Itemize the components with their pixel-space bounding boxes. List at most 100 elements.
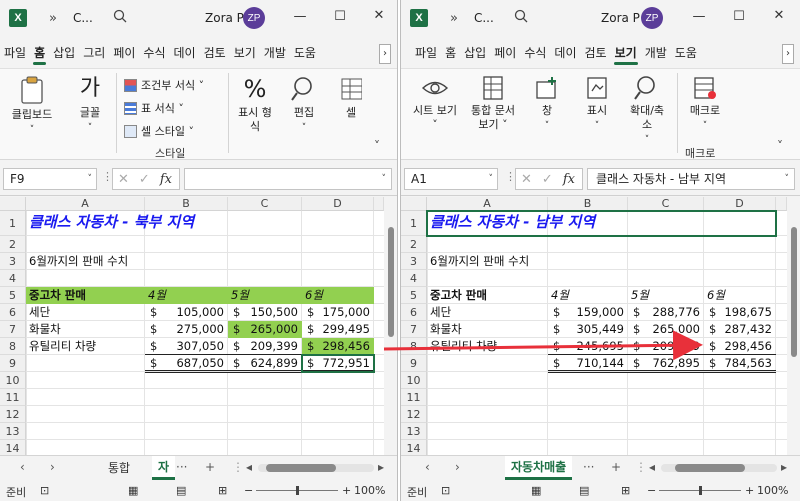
clipboard-button[interactable]: 클립보드 ˅ [8,75,56,137]
row-header[interactable]: 10 [401,372,427,389]
minimize-icon[interactable]: — [689,9,709,24]
total-cell[interactable]: $687,050 [145,355,228,373]
month-header[interactable]: 6월 [302,287,374,304]
tab-help[interactable]: 도움 [671,40,701,66]
subtitle-cell[interactable]: 6월까지의 판매 수치 [29,253,128,270]
add-sheet-button[interactable]: + [205,460,215,474]
row-header[interactable]: 14 [0,440,26,455]
column-header[interactable]: B [145,197,228,211]
user-name[interactable]: Zora P [205,11,244,25]
header-cell[interactable]: 중고차 판매 [26,287,145,304]
zoom-knob[interactable] [699,486,702,495]
tab-draw[interactable]: 그리 [79,40,109,66]
page-layout-icon[interactable]: ▤ [176,484,186,497]
row-header[interactable]: 1 [0,211,26,236]
zoom-level[interactable]: 100% [354,484,385,497]
month-header[interactable]: 5월 [628,287,704,304]
column-header[interactable]: A [26,197,145,211]
page-layout-icon[interactable]: ▤ [579,484,589,497]
subtitle-cell[interactable]: 6월까지의 판매 수치 [430,253,529,270]
more-commands-icon[interactable]: » [49,11,57,26]
total-cell[interactable]: $624,899 [228,355,302,373]
column-header-extra[interactable] [776,197,787,211]
page-break-icon[interactable]: ⊞ [218,484,227,497]
value-cell[interactable]: $209,399 [228,338,302,355]
cancel-icon[interactable]: ✕ [521,172,532,187]
row-header[interactable]: 11 [401,389,427,406]
format-as-table-button[interactable]: 표 서식 ˅ [124,100,184,116]
user-name[interactable]: Zora P [601,11,640,25]
search-icon[interactable] [113,9,127,27]
column-header[interactable]: D [302,197,374,211]
ribbon-collapse-icon[interactable]: ˅ [777,139,783,153]
vertical-scrollbar[interactable] [384,197,397,455]
row-header[interactable]: 7 [401,321,427,338]
row-label[interactable]: 세단 [430,304,451,321]
normal-view-icon[interactable]: ▦ [531,484,541,497]
value-cell[interactable]: $298,456 [302,338,374,355]
value-cell[interactable]: $305,449 [548,321,628,338]
tab-developer[interactable]: 개발 [260,40,290,66]
prev-sheet-icon[interactable]: ‹ [20,460,25,474]
row-header[interactable]: 9 [401,355,427,372]
page-break-icon[interactable]: ⊞ [621,484,630,497]
row-header[interactable]: 3 [0,253,26,270]
row-header[interactable]: 12 [401,406,427,423]
title-cell[interactable]: 클래스 자동차 - 북부 지역 [29,211,377,236]
select-all-corner[interactable] [0,197,26,211]
cancel-icon[interactable]: ✕ [118,172,129,187]
value-cell[interactable]: $307,050 [145,338,228,355]
tab-scroll-right-icon[interactable]: › [782,44,794,64]
tab-help[interactable]: 도움 [290,40,320,66]
value-cell[interactable]: $150,500 [228,304,302,321]
zoom-level[interactable]: 100% [757,484,788,497]
next-sheet-icon[interactable]: › [50,460,55,474]
row-header[interactable]: 6 [401,304,427,321]
tab-view[interactable]: 보기 [611,40,641,66]
sheet-view-button[interactable]: 시트 보기 ˅ [411,75,459,132]
zoom-in-button[interactable]: + [745,484,754,497]
value-cell[interactable]: $275,000 [145,321,228,338]
next-sheet-icon[interactable]: › [455,460,460,474]
avatar[interactable]: ZP [641,7,663,29]
scroll-right-icon[interactable]: ▸ [378,460,384,474]
row-header[interactable]: 4 [0,270,26,287]
value-cell[interactable]: $159,000 [548,304,628,321]
zoom-in-button[interactable]: + [342,484,351,497]
add-sheet-button[interactable]: + [611,460,621,474]
total-cell[interactable]: $710,144 [548,355,628,373]
sheet-grid[interactable]: ABCD123456789101112131415클래스 자동차 - 남부 지역… [401,197,800,455]
confirm-icon[interactable]: ✓ [542,172,553,187]
tab-file[interactable]: 파일 [0,40,30,66]
scroll-left-icon[interactable]: ◂ [649,460,655,474]
name-box[interactable]: A1 ˅ [404,168,498,190]
more-commands-icon[interactable]: » [450,11,458,26]
tab-review[interactable]: 검토 [200,40,230,66]
ribbon-collapse-icon[interactable]: ˅ [374,139,380,153]
prev-sheet-icon[interactable]: ‹ [425,460,430,474]
font-button[interactable]: 가 글꼴 ˅ [70,75,110,135]
window-button[interactable]: 창 ˅ [529,75,565,133]
row-header[interactable]: 10 [0,372,26,389]
column-header[interactable]: A [427,197,548,211]
row-header[interactable]: 6 [0,304,26,321]
close-icon[interactable]: ✕ [369,8,389,23]
total-cell[interactable]: $762,895 [628,355,704,373]
row-label[interactable]: 화물차 [430,321,462,338]
row-label[interactable]: 유틸리티 차량 [430,338,497,355]
horizontal-scrollbar[interactable] [258,464,374,472]
horizontal-scrollbar[interactable] [661,464,777,472]
select-all-corner[interactable] [401,197,427,211]
value-cell[interactable]: $288,776 [628,304,704,321]
value-cell[interactable]: $265,000 [628,321,704,338]
column-header[interactable]: C [628,197,704,211]
tab-formulas[interactable]: 수식 [139,40,169,66]
sheet-tab-integrated[interactable]: 통합 [102,456,136,480]
row-label[interactable]: 화물차 [29,321,61,338]
month-header[interactable]: 4월 [145,287,228,304]
row-header[interactable]: 4 [401,270,427,287]
row-header[interactable]: 13 [0,423,26,440]
row-header[interactable]: 9 [0,355,26,372]
tab-insert[interactable]: 삽입 [49,40,79,66]
month-header[interactable]: 6월 [704,287,776,304]
